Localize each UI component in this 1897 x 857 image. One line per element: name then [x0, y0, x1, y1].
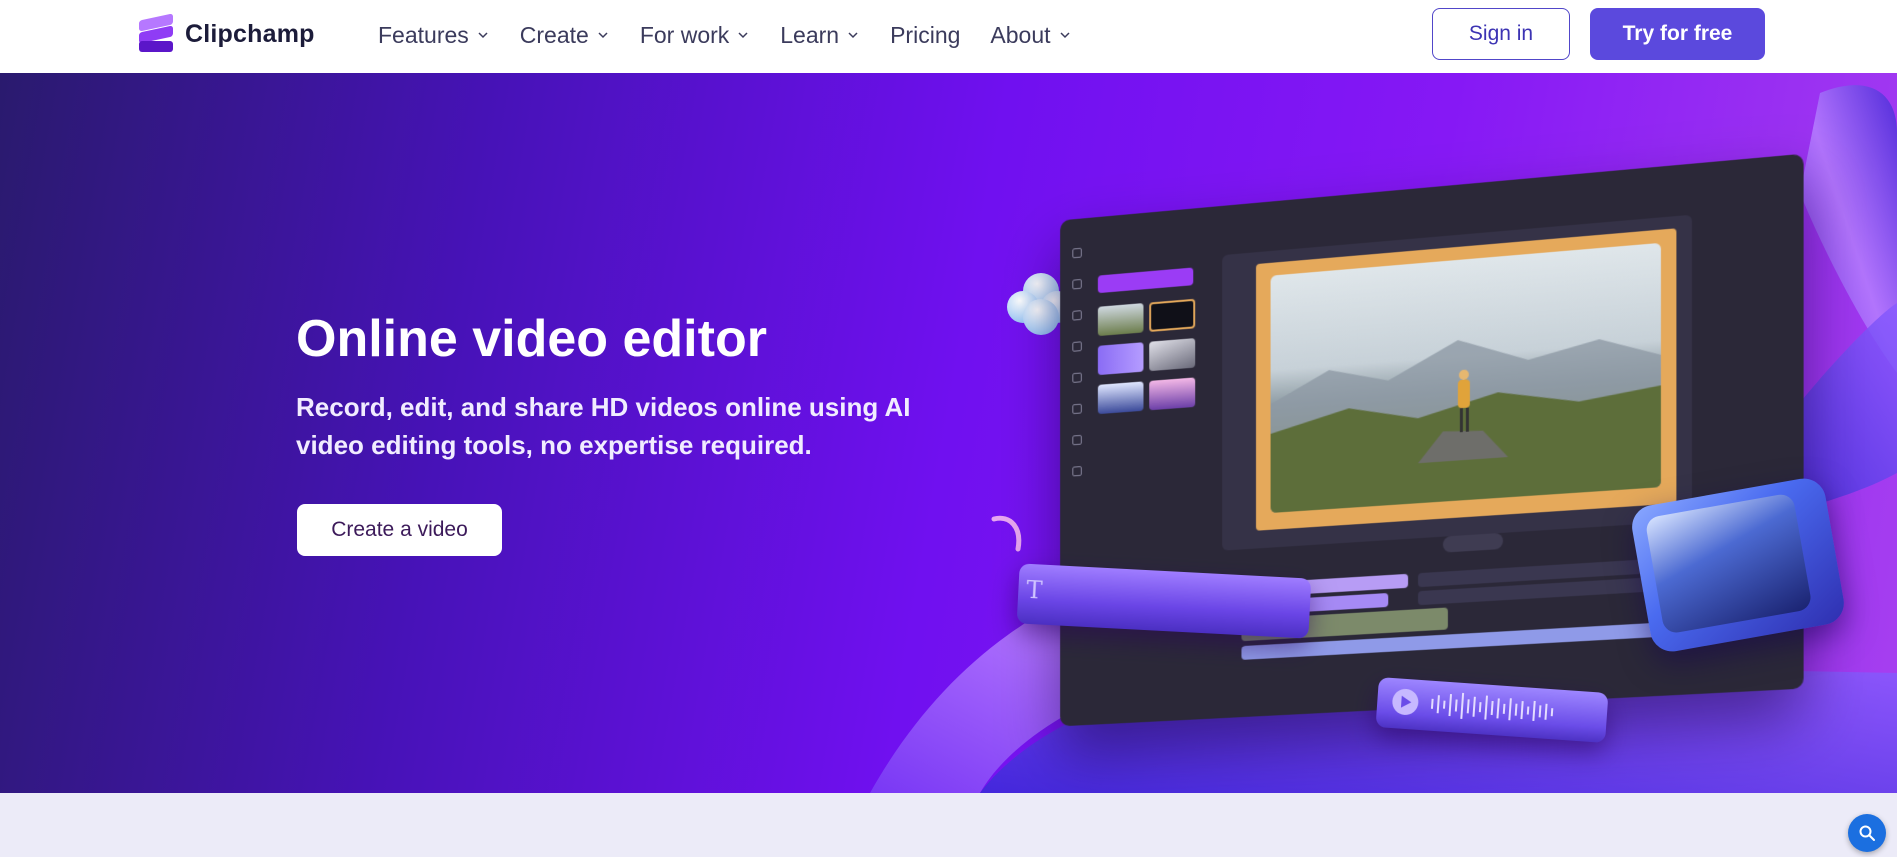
sign-in-button[interactable]: Sign in [1432, 8, 1570, 60]
nav-item-learn[interactable]: Learn [780, 22, 860, 49]
chevron-down-icon [736, 28, 750, 42]
hero-subtitle: Record, edit, and share HD videos online… [296, 388, 916, 464]
nav-item-label: Create [520, 22, 589, 49]
media-thumbnail [1098, 303, 1144, 336]
top-navigation: Clipchamp Features Create For work Learn… [0, 0, 1897, 73]
hook-shape [990, 513, 1026, 553]
nav-item-about[interactable]: About [990, 22, 1071, 49]
nav-item-label: For work [640, 22, 729, 49]
next-section [0, 793, 1897, 857]
preview-image [1271, 243, 1661, 513]
clipchamp-logo-icon [137, 15, 175, 53]
media-thumbnail [1098, 381, 1144, 414]
nav-item-for-work[interactable]: For work [640, 22, 750, 49]
nav-item-label: Pricing [890, 22, 960, 49]
chevron-down-icon [596, 28, 610, 42]
chevron-down-icon [476, 28, 490, 42]
nav-item-label: Features [378, 22, 469, 49]
nav-item-features[interactable]: Features [378, 22, 490, 49]
editor-export-bar [1098, 267, 1193, 293]
clipchamp-logo[interactable]: Clipchamp [137, 15, 315, 53]
media-thumbnail [1149, 377, 1195, 410]
hero-title: Online video editor [296, 309, 767, 369]
search-icon[interactable] [1848, 814, 1886, 852]
create-a-video-button[interactable]: Create a video [297, 504, 502, 556]
nav-item-label: About [990, 22, 1050, 49]
text-tool-icon: T [1026, 576, 1043, 605]
chevron-down-icon [846, 28, 860, 42]
brand-name: Clipchamp [185, 20, 315, 49]
chevron-down-icon [1058, 28, 1072, 42]
editor-sidebar [1070, 247, 1087, 498]
media-thumbnail [1149, 299, 1195, 332]
nav-item-label: Learn [780, 22, 839, 49]
main-menu: Features Create For work Learn Pricing A… [378, 18, 1102, 52]
try-for-free-button[interactable]: Try for free [1590, 8, 1765, 60]
hero-section: Online video editor Record, edit, and sh… [0, 73, 1897, 793]
mountain-image [1645, 492, 1813, 634]
playback-controls [1443, 533, 1503, 553]
media-thumbnail [1149, 338, 1195, 371]
nav-item-pricing[interactable]: Pricing [890, 22, 960, 49]
media-thumbnail [1098, 342, 1144, 375]
nav-item-create[interactable]: Create [520, 22, 610, 49]
